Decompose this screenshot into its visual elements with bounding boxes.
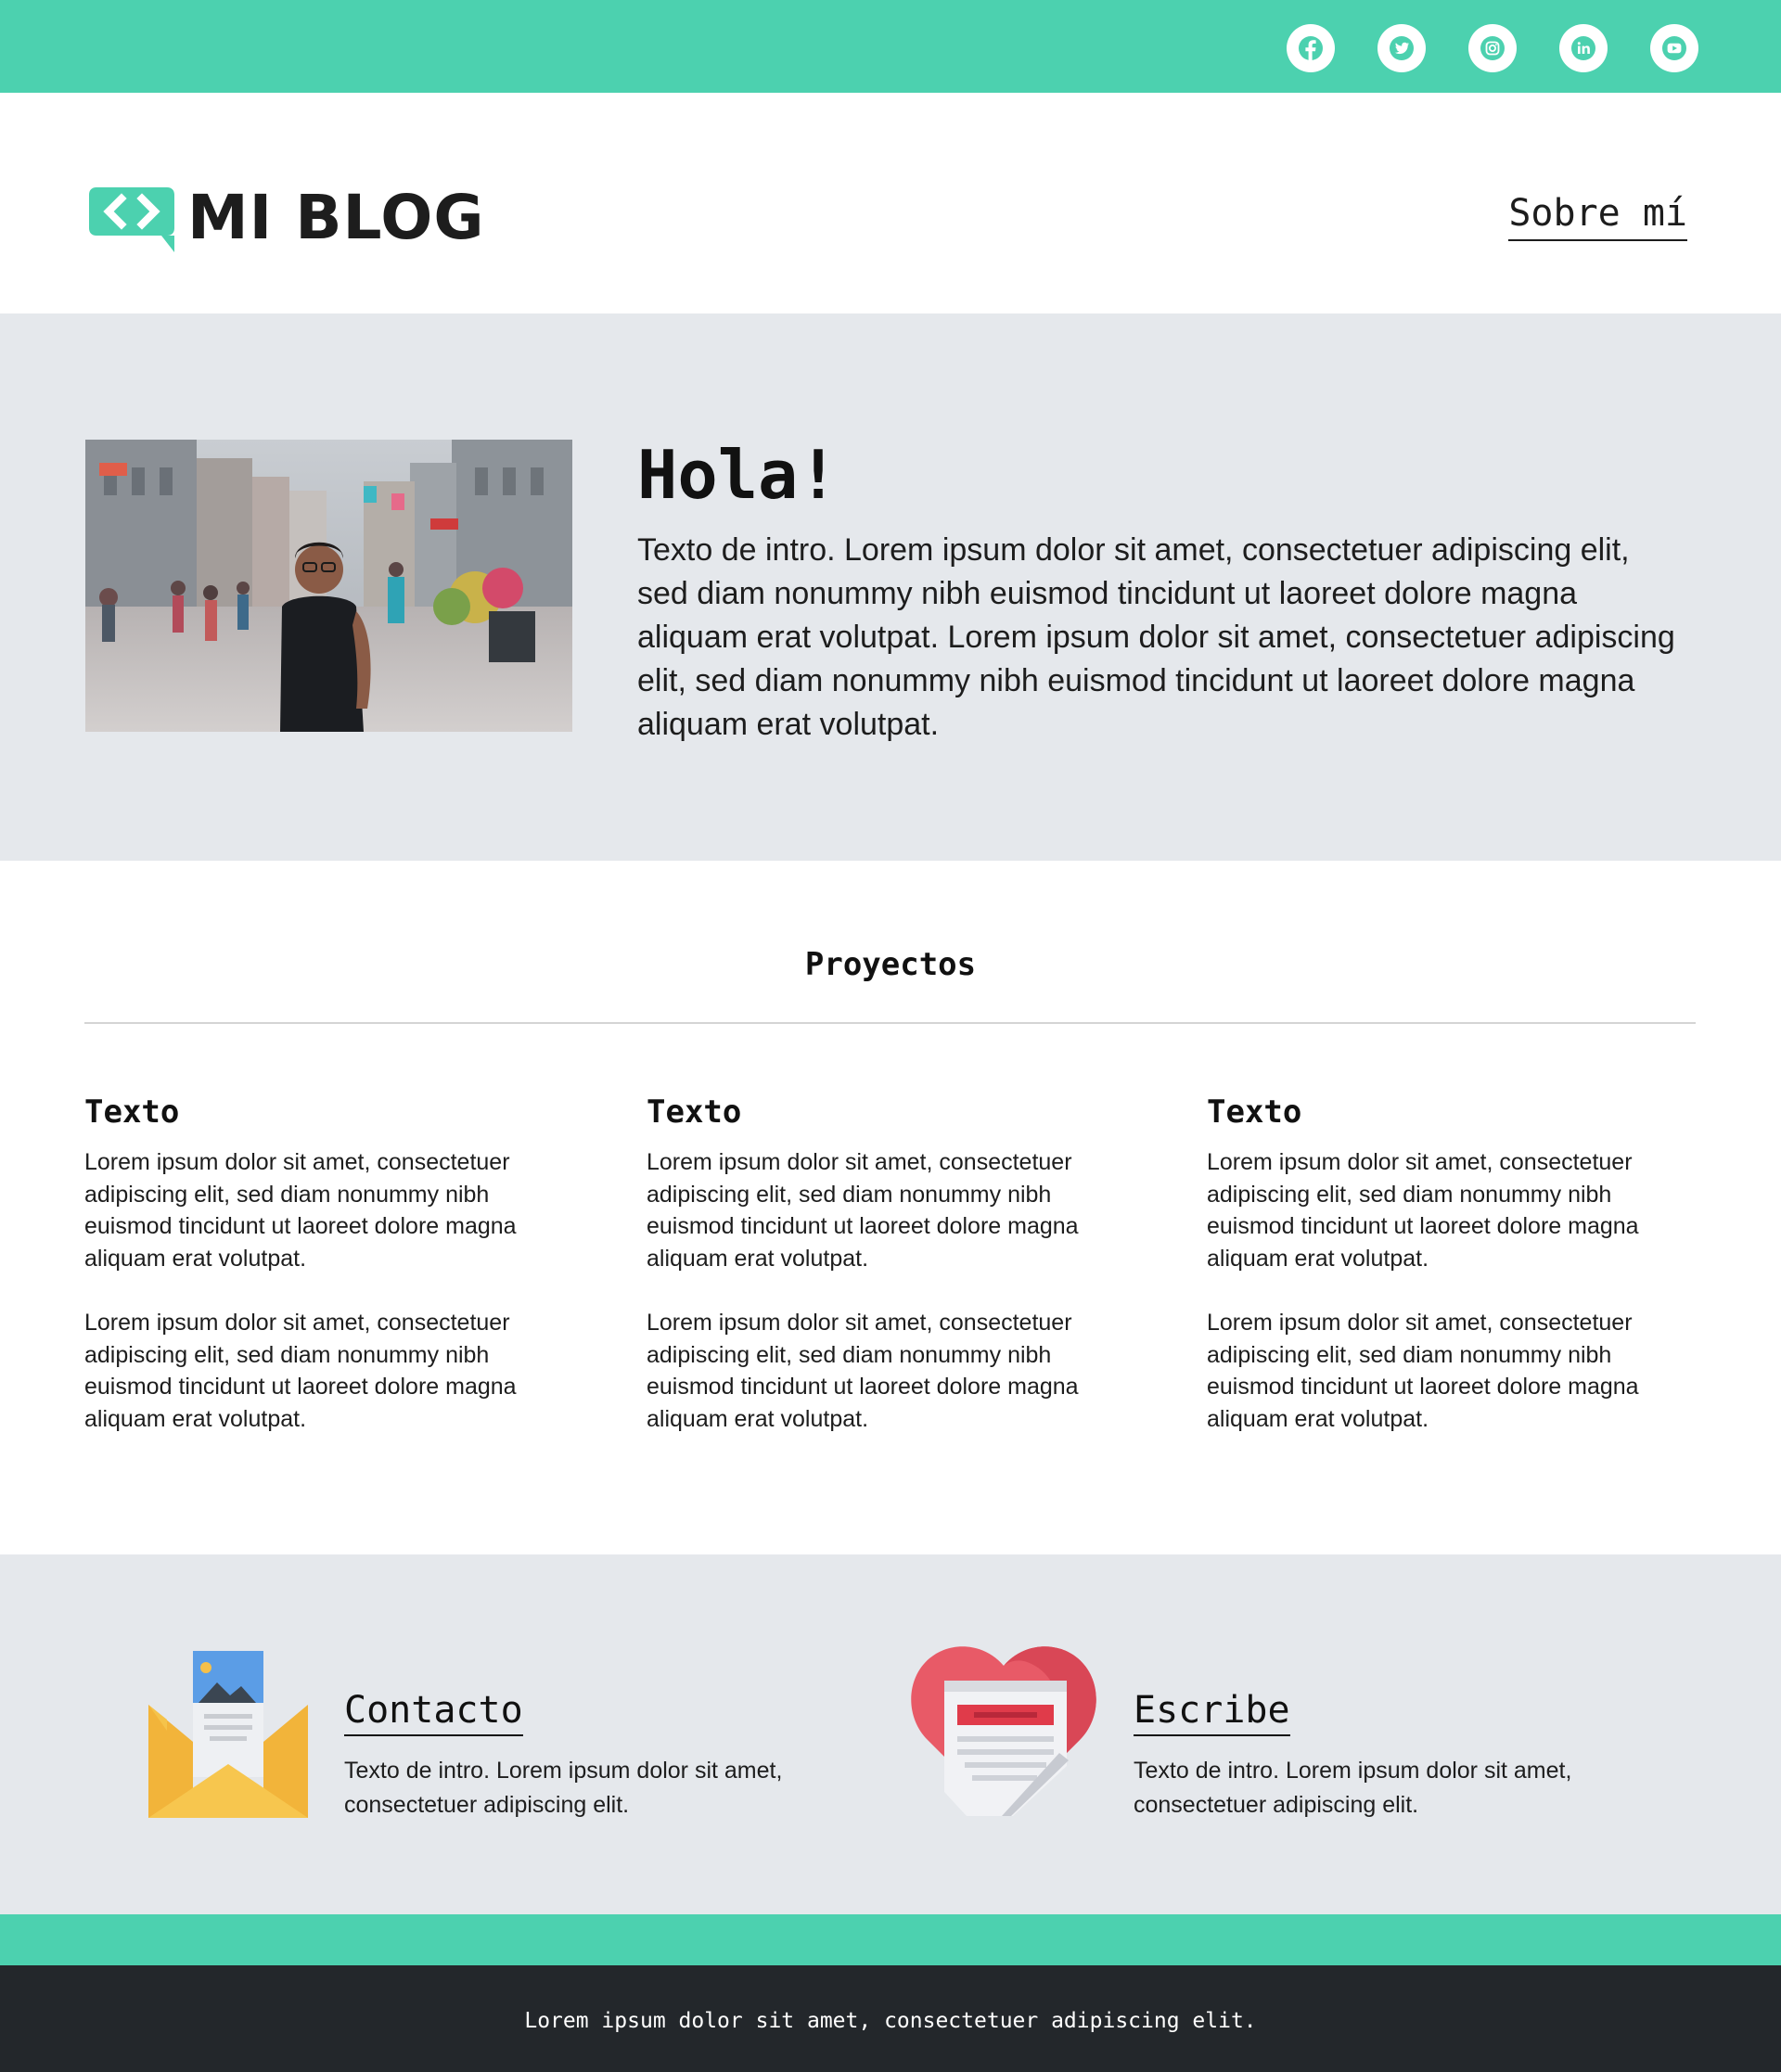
facebook-link[interactable] — [1287, 24, 1335, 72]
twitter-link[interactable] — [1377, 24, 1426, 72]
social-bar — [0, 0, 1781, 93]
write-link[interactable]: Escribe — [1134, 1688, 1290, 1736]
project-card: Texto Lorem ipsum dolor sit amet, consec… — [1207, 1093, 1689, 1435]
project-card: Texto Lorem ipsum dolor sit amet, consec… — [84, 1093, 567, 1435]
linkedin-link[interactable] — [1559, 24, 1608, 72]
project-card: Texto Lorem ipsum dolor sit amet, consec… — [647, 1093, 1129, 1435]
hero-section: Hola! Texto de intro. Lorem ipsum dolor … — [0, 313, 1781, 861]
footer-stripe — [0, 1914, 1781, 1965]
project-text: Lorem ipsum dolor sit amet, consectetuer… — [1207, 1310, 1639, 1432]
hero-title: Hola! — [637, 436, 839, 514]
contact-text: Texto de intro. Lorem ipsum dolor sit am… — [344, 1758, 783, 1818]
instagram-icon — [1480, 36, 1505, 60]
projects-title: Proyectos — [804, 946, 977, 983]
hero-intro-text: Texto de intro. Lorem ipsum dolor sit am… — [637, 532, 1675, 742]
write-text: Texto de intro. Lorem ipsum dolor sit am… — [1134, 1758, 1572, 1818]
linkedin-icon — [1571, 36, 1595, 60]
project-title: Texto — [647, 1094, 742, 1131]
code-chat-bubble-icon — [89, 187, 174, 252]
project-title: Texto — [84, 1094, 180, 1131]
site-logo[interactable]: MI BLOG — [87, 182, 485, 254]
youtube-icon — [1662, 36, 1686, 60]
project-text: Lorem ipsum dolor sit amet, consectetuer… — [647, 1310, 1079, 1432]
footer: Lorem ipsum dolor sit amet, consectetuer… — [0, 1965, 1781, 2072]
logo-text: MI BLOG — [187, 182, 485, 253]
heart-letter-icon — [911, 1646, 1096, 1816]
facebook-icon — [1299, 36, 1323, 61]
twitter-icon — [1390, 36, 1414, 60]
project-title: Texto — [1207, 1094, 1302, 1131]
contact-link[interactable]: Contacto — [344, 1688, 523, 1736]
instagram-link[interactable] — [1468, 24, 1517, 72]
project-text: Lorem ipsum dolor sit amet, consectetuer… — [84, 1310, 517, 1432]
hero-photo — [85, 440, 572, 732]
envelope-icon — [148, 1651, 308, 1818]
youtube-link[interactable] — [1650, 24, 1698, 72]
project-text: Lorem ipsum dolor sit amet, consectetuer… — [84, 1149, 517, 1272]
project-text: Lorem ipsum dolor sit amet, consectetuer… — [1207, 1149, 1639, 1272]
contact-band: Contacto Texto de intro. Lorem ipsum dol… — [0, 1554, 1781, 1914]
project-text: Lorem ipsum dolor sit amet, consectetuer… — [647, 1149, 1079, 1272]
projects-divider — [84, 1022, 1696, 1024]
nav-link-about[interactable]: Sobre mí — [1508, 191, 1687, 241]
footer-text: Lorem ipsum dolor sit amet, consectetuer… — [524, 2009, 1257, 2033]
